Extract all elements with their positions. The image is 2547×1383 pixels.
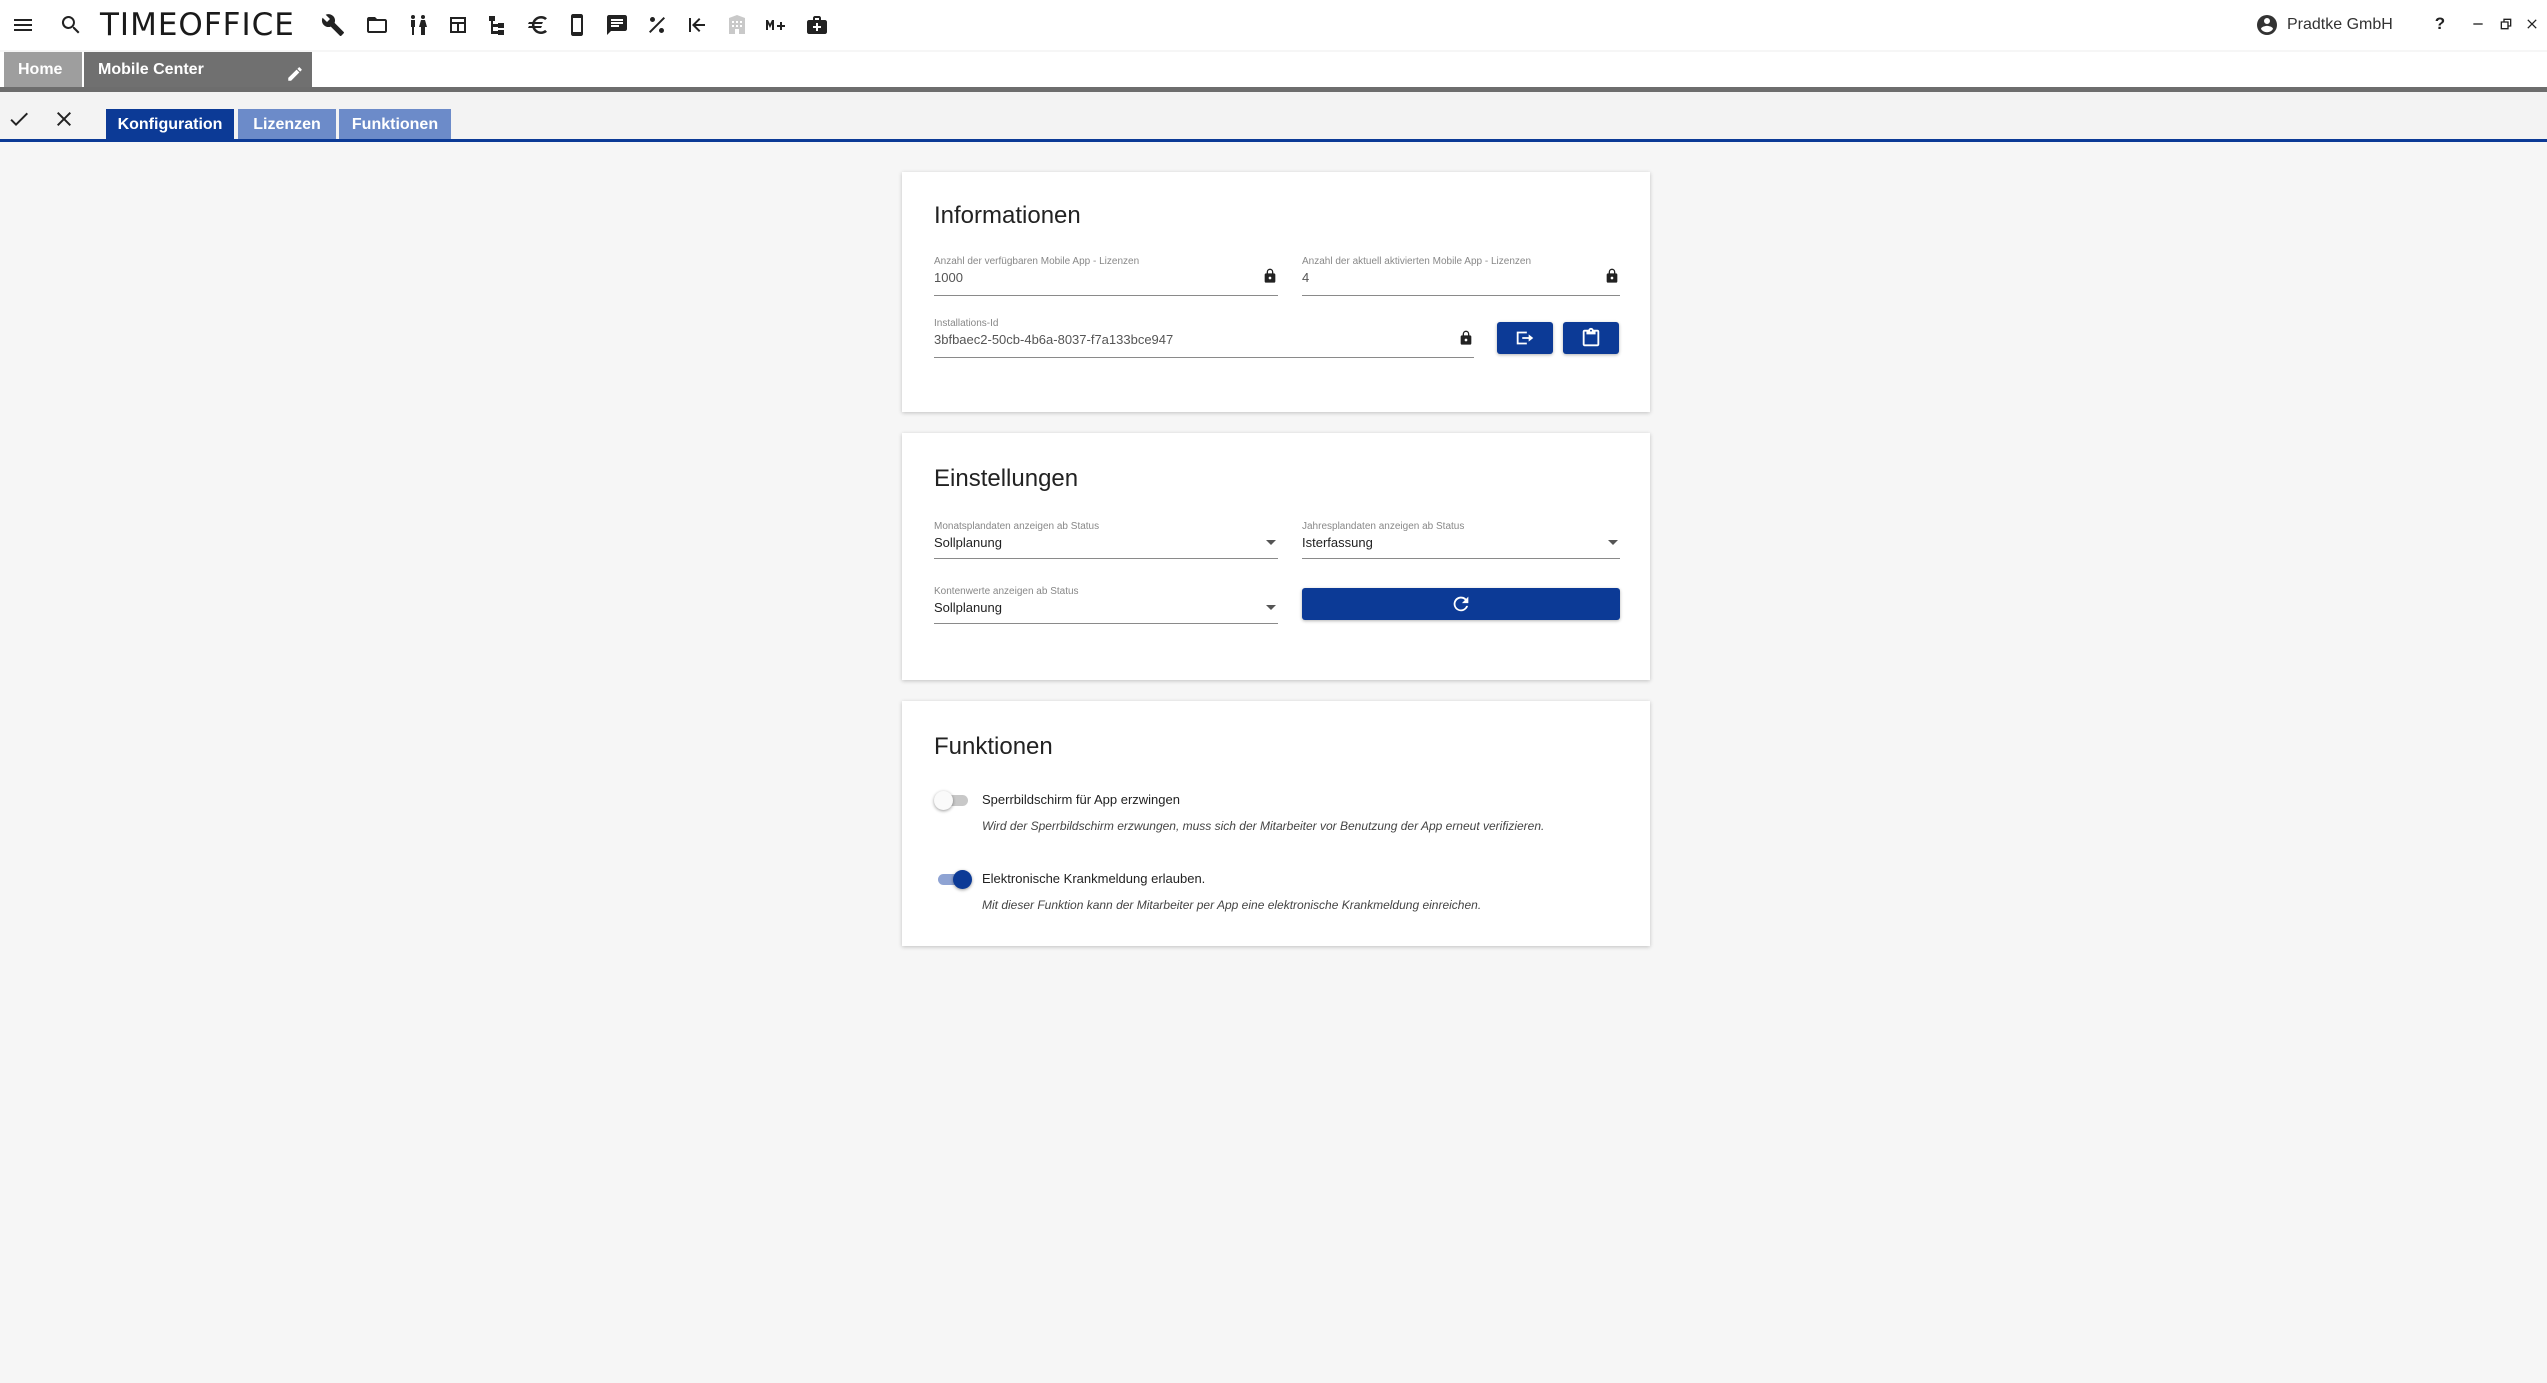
breadcrumb-mobile-center[interactable]: Mobile Center bbox=[84, 52, 312, 88]
building-icon bbox=[720, 8, 754, 42]
informationen-card: Informationen Anzahl der verfügbaren Mob… bbox=[902, 172, 1650, 412]
informationen-title: Informationen bbox=[934, 202, 1081, 229]
restore-icon[interactable] bbox=[2492, 10, 2520, 38]
available-licenses-field: Anzahl der verfügbaren Mobile App - Lize… bbox=[934, 256, 1278, 296]
export-button[interactable] bbox=[1497, 322, 1553, 354]
medical-bag-icon[interactable] bbox=[800, 8, 834, 42]
monatsplandaten-select[interactable]: Monatsplandaten anzeigen ab Status Sollp… bbox=[934, 521, 1278, 559]
action-toolbar: Konfiguration Lizenzen Funktionen bbox=[0, 92, 2547, 141]
active-licenses-field: Anzahl der aktuell aktivierten Mobile Ap… bbox=[1302, 256, 1620, 296]
minimize-icon[interactable] bbox=[2464, 10, 2492, 38]
hierarchy-icon[interactable] bbox=[481, 8, 515, 42]
tab-konfiguration[interactable]: Konfiguration bbox=[106, 109, 234, 141]
app-logo: TIMEOFFICE bbox=[100, 7, 295, 43]
menu-icon[interactable] bbox=[6, 8, 40, 42]
dropdown-caret-icon bbox=[1266, 540, 1276, 545]
euro-icon[interactable] bbox=[521, 8, 555, 42]
sick-note-toggle[interactable] bbox=[934, 868, 972, 890]
edit-pencil-icon[interactable] bbox=[286, 61, 304, 81]
percent-icon[interactable] bbox=[640, 8, 674, 42]
wrench-icon[interactable] bbox=[316, 8, 350, 42]
refresh-icon bbox=[1453, 596, 1469, 612]
kontenwerte-select[interactable]: Kontenwerte anzeigen ab Status Sollplanu… bbox=[934, 586, 1278, 624]
installation-id-field: Installations-Id 3bfbaec2-50cb-4b6a-8037… bbox=[934, 318, 1474, 358]
tab-funktionen[interactable]: Funktionen bbox=[339, 109, 451, 141]
jahresplandaten-select[interactable]: Jahresplandaten anzeigen ab Status Ister… bbox=[1302, 521, 1620, 559]
reset-settings-button[interactable] bbox=[1302, 588, 1620, 620]
folder-open-icon[interactable] bbox=[360, 8, 394, 42]
close-icon[interactable] bbox=[49, 104, 79, 134]
export-icon bbox=[1516, 331, 1534, 345]
check-icon[interactable] bbox=[4, 104, 34, 134]
lock-icon bbox=[1458, 330, 1474, 346]
user-menu[interactable]: Pradtke GmbH bbox=[2255, 12, 2393, 38]
funktionen-title: Funktionen bbox=[934, 733, 1053, 760]
dropdown-caret-icon bbox=[1266, 605, 1276, 610]
close-window-icon[interactable] bbox=[2518, 10, 2546, 38]
einstellungen-title: Einstellungen bbox=[934, 465, 1079, 492]
dropdown-caret-icon bbox=[1608, 540, 1618, 545]
people-icon[interactable] bbox=[401, 8, 435, 42]
toolbar-divider bbox=[0, 139, 2547, 142]
sick-note-title: Elektronische Krankmeldung erlauben. bbox=[982, 871, 1206, 886]
user-name: Pradtke GmbH bbox=[2287, 16, 2393, 33]
smartphone-icon[interactable] bbox=[560, 8, 594, 42]
lockscreen-title: Sperrbildschirm für App erzwingen bbox=[982, 792, 1180, 807]
lock-icon bbox=[1604, 268, 1620, 284]
top-bar: TIMEOFFICE Pradtke GmbH ? bbox=[0, 0, 2547, 50]
lockscreen-toggle[interactable] bbox=[934, 789, 972, 811]
tab-lizenzen[interactable]: Lizenzen bbox=[238, 109, 336, 141]
breadcrumb-home[interactable]: Home bbox=[4, 52, 82, 88]
sick-note-description: Mit dieser Funktion kann der Mitarbeiter… bbox=[982, 898, 1482, 912]
account-icon bbox=[2257, 15, 2277, 35]
einstellungen-card: Einstellungen Monatsplandaten anzeigen a… bbox=[902, 433, 1650, 680]
funktionen-card: Funktionen Sperrbildschirm für App erzwi… bbox=[902, 701, 1650, 946]
comment-icon[interactable] bbox=[600, 8, 634, 42]
clipboard-icon bbox=[1582, 327, 1600, 347]
first-page-icon[interactable] bbox=[680, 8, 714, 42]
help-button[interactable]: ? bbox=[2426, 10, 2454, 38]
memory-plus-icon[interactable] bbox=[760, 8, 794, 42]
copy-clipboard-button[interactable] bbox=[1563, 322, 1619, 354]
lockscreen-description: Wird der Sperrbildschirm erzwungen, muss… bbox=[982, 819, 1545, 833]
breadcrumb: Home Mobile Center bbox=[0, 52, 2547, 92]
lock-icon bbox=[1262, 268, 1278, 284]
calendar-view-icon[interactable] bbox=[441, 8, 475, 42]
search-icon[interactable] bbox=[54, 8, 88, 42]
